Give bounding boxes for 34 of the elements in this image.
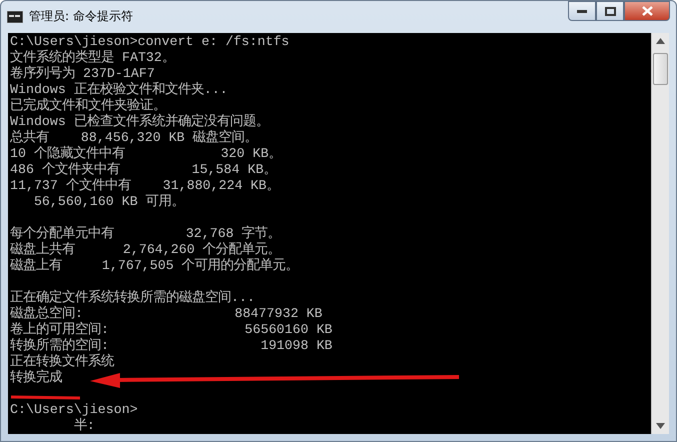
console-line: 10 个隐藏文件中有 320 KB。 xyxy=(10,146,282,162)
scroll-down-icon[interactable] xyxy=(656,423,665,429)
console-line: 半: xyxy=(72,418,95,434)
console-icon xyxy=(7,10,23,22)
console-line: 正在确定文件系统转换所需的磁盘空间... xyxy=(10,290,255,306)
maximize-button[interactable] xyxy=(596,1,624,21)
console-line: 卷序列号为 237D-1AF7 xyxy=(10,66,155,82)
window-title: 管理员: 命令提示符 xyxy=(29,8,133,25)
console-line: 磁盘总空间: 88477932 KB xyxy=(10,306,322,322)
console-line: 文件系统的类型是 FAT32。 xyxy=(10,50,175,66)
scroll-thumb[interactable] xyxy=(653,53,668,85)
close-icon xyxy=(642,6,652,16)
maximize-icon xyxy=(604,6,616,16)
console-line: 转换完成 xyxy=(10,370,62,386)
scrollbar[interactable] xyxy=(651,33,669,434)
console-line: 56,560,160 KB 可用。 xyxy=(32,194,185,210)
console-line: 每个分配单元中有 32,768 字节。 xyxy=(10,226,281,242)
minimize-button[interactable] xyxy=(568,1,596,21)
console-line: 总共有 88,456,320 KB 磁盘空间。 xyxy=(10,130,258,146)
console-line: C:\Users\jieson>convert e: /fs:ntfs xyxy=(10,34,290,50)
console-line: Windows 正在校验文件和文件夹... xyxy=(10,82,228,98)
console-line: 卷上的可用空间: 56560160 KB xyxy=(10,322,332,338)
console-line: 磁盘上有 1,767,505 个可用的分配单元。 xyxy=(10,258,299,274)
minimize-icon xyxy=(577,9,587,13)
console-line: 已完成文件和文件夹验证。 xyxy=(10,98,166,114)
console-line: Windows 已检查文件系统并确定没有问题。 xyxy=(10,114,269,130)
console-line: 磁盘上共有 2,764,260 个分配单元。 xyxy=(10,242,281,258)
console-line: 11,737 个文件中有 31,880,224 KB。 xyxy=(10,178,280,194)
scroll-up-icon[interactable] xyxy=(656,38,665,44)
console-line: 转换所需的空间: 191098 KB xyxy=(10,338,332,354)
close-button[interactable] xyxy=(624,1,670,21)
console-line: 正在转换文件系统 xyxy=(10,354,114,370)
console-line: 486 个文件夹中有 15,584 KB。 xyxy=(10,162,277,178)
console-line: C:\Users\jieson> xyxy=(10,402,138,418)
